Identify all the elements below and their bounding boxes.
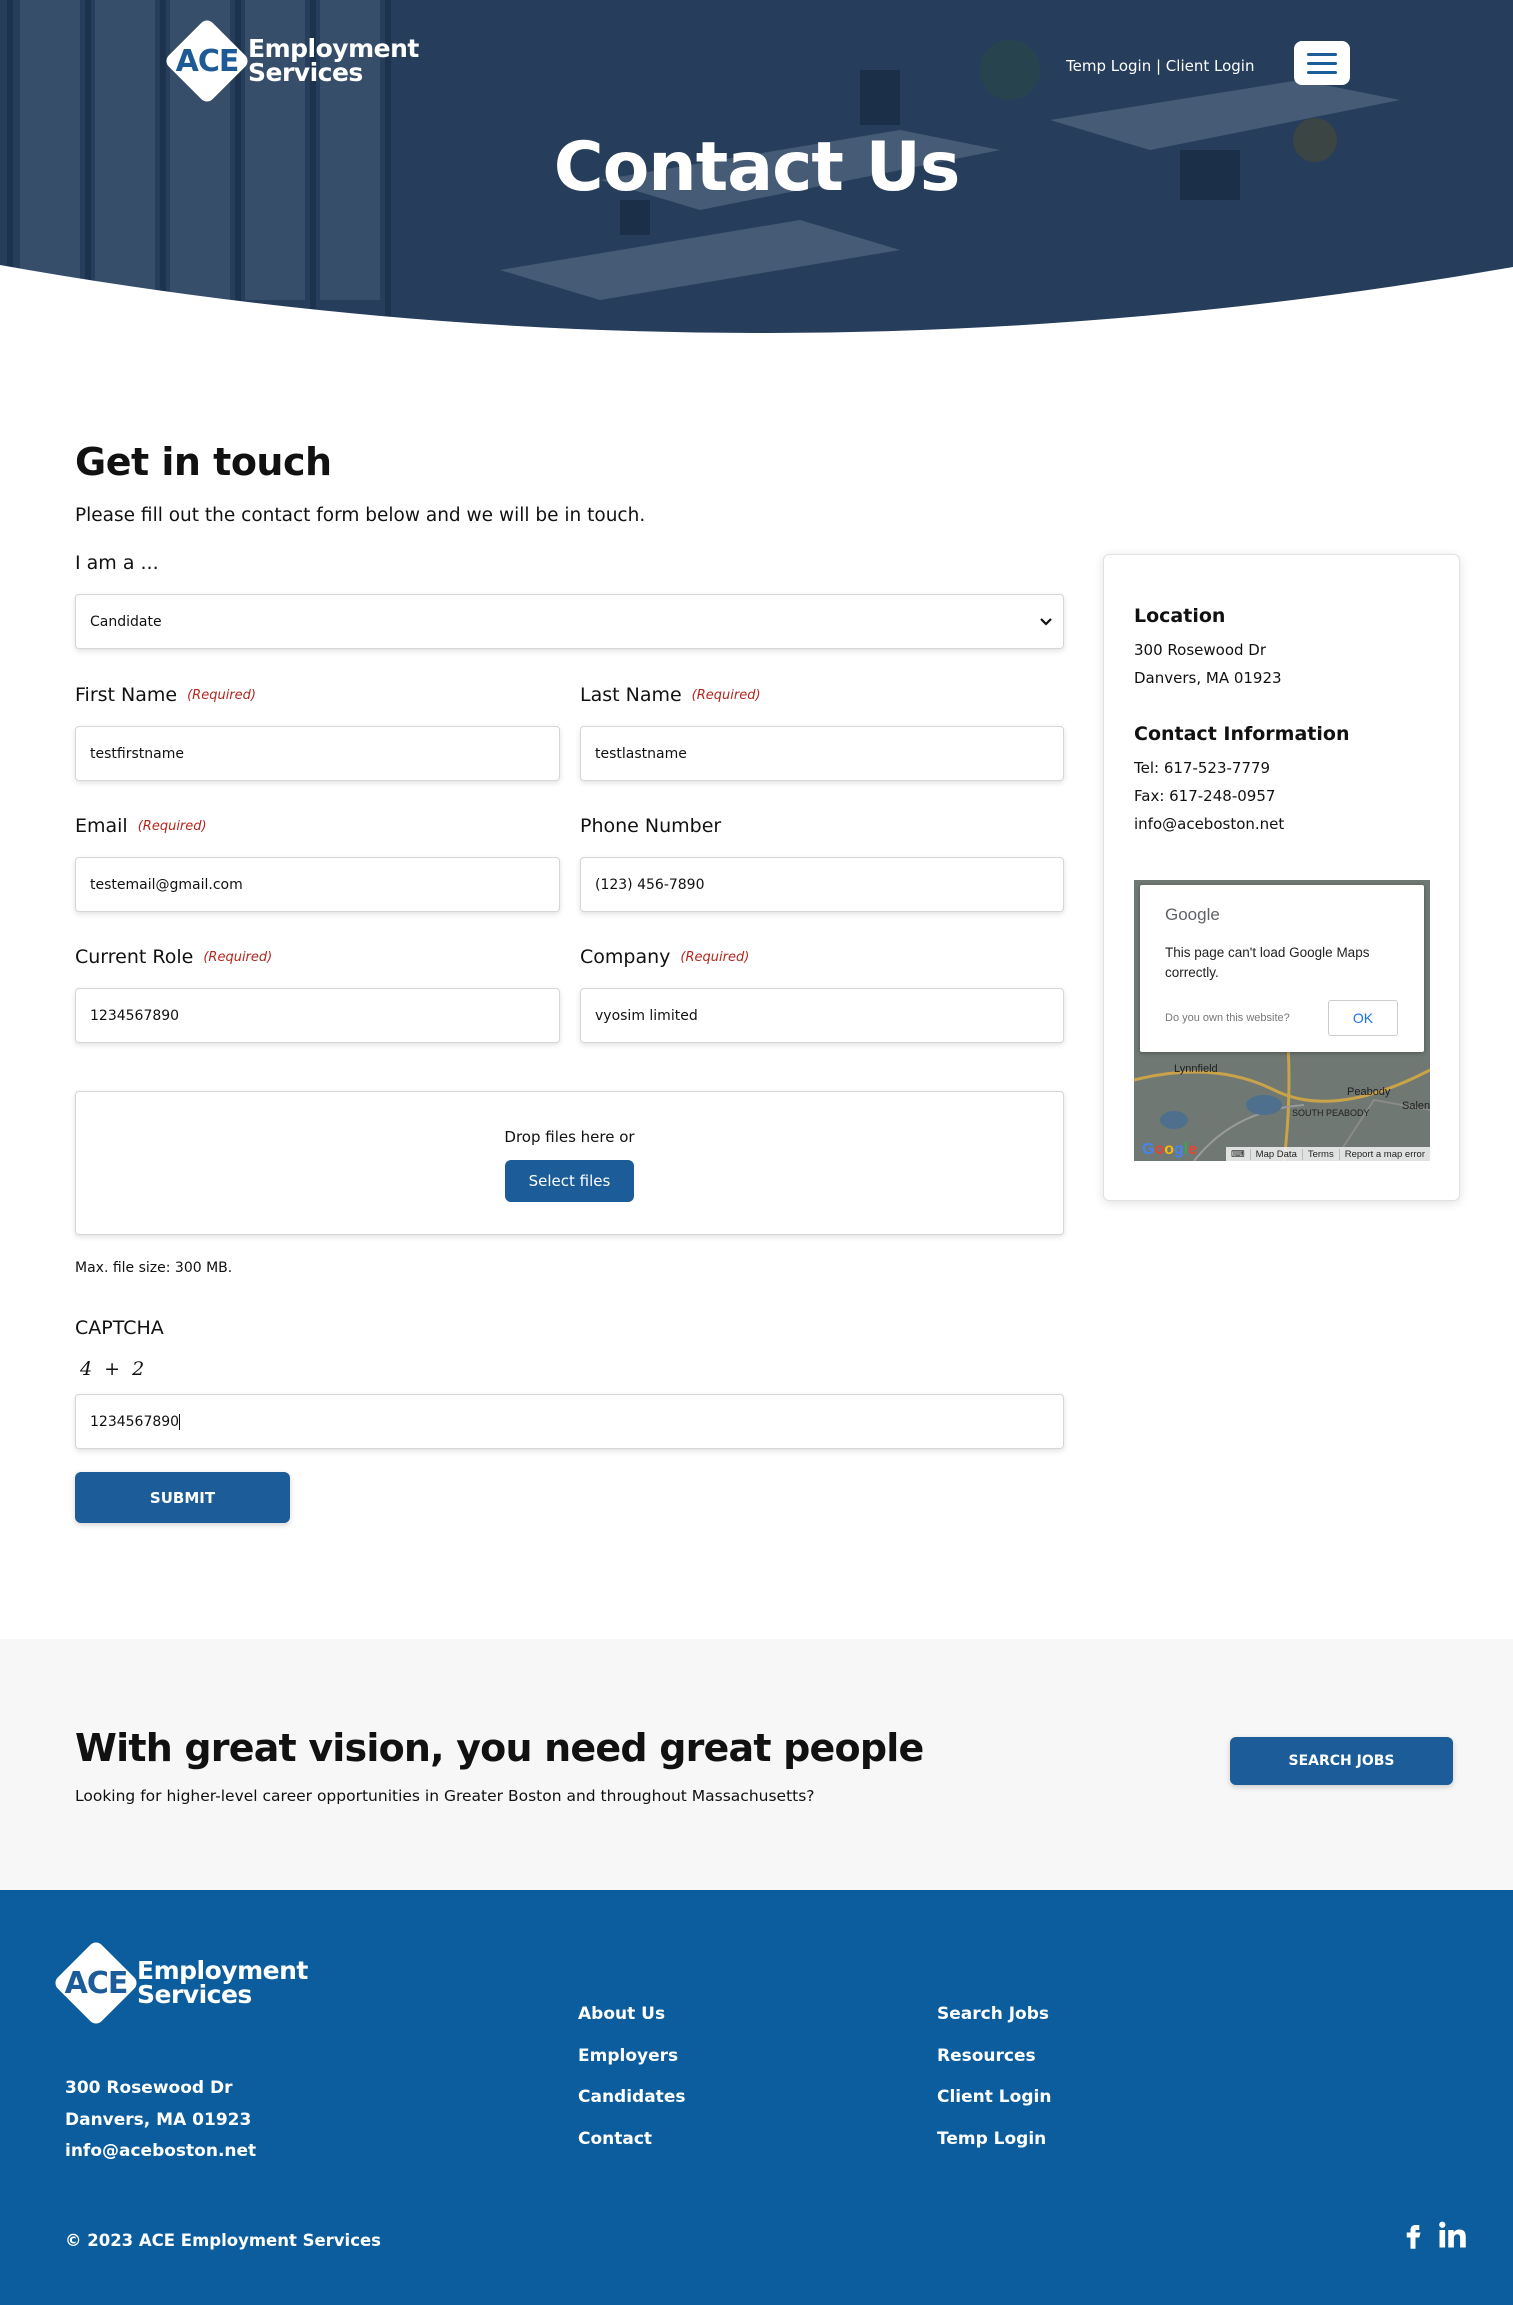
site-footer: ACE Employment Services 300 Rosewood Dr … xyxy=(0,1890,1513,2305)
current-role-field[interactable]: 1234567890 xyxy=(75,988,560,1043)
map-label-south-peabody: SOUTH PEABODY xyxy=(1292,1108,1370,1118)
first-name-label: First Name (Required) xyxy=(75,684,256,706)
page-title: Contact Us xyxy=(553,128,961,207)
footer-link-search-jobs[interactable]: Search Jobs xyxy=(937,2004,1049,2024)
cta-section: With great vision, you need great people… xyxy=(0,1639,1513,1890)
first-name-field[interactable]: testfirstname xyxy=(75,726,560,781)
map-label-salem: Salen xyxy=(1402,1100,1430,1112)
phone-label: Phone Number xyxy=(580,815,722,837)
map-report-link[interactable]: Report a map error xyxy=(1338,1148,1430,1160)
cta-text: Looking for higher-level career opportun… xyxy=(75,1787,815,1805)
logo-line2: Services xyxy=(248,58,363,87)
required-marker: (Required) xyxy=(187,688,256,703)
drop-text: Drop files here or xyxy=(504,1128,635,1146)
footer-link-contact[interactable]: Contact xyxy=(578,2129,652,2149)
role-label: I am a ... xyxy=(75,552,159,574)
contact-info-card: Location 300 Rosewood Dr Danvers, MA 019… xyxy=(1103,554,1460,1201)
cta-heading: With great vision, you need great people xyxy=(75,1726,924,1770)
submit-button[interactable]: SUBMIT xyxy=(75,1472,290,1523)
map-dialog-ok-button[interactable]: OK xyxy=(1328,1000,1398,1036)
email-field[interactable]: testemail@gmail.com xyxy=(75,857,560,912)
map-dialog-brand: Google xyxy=(1165,905,1220,924)
linkedin-icon[interactable] xyxy=(1437,2220,1467,2250)
chevron-down-icon xyxy=(1040,618,1052,626)
required-marker: (Required) xyxy=(680,950,750,965)
captcha-answer-field[interactable]: 1234567890 xyxy=(75,1394,1064,1449)
map-terms-link[interactable]: Terms xyxy=(1301,1148,1339,1160)
role-select-value: Candidate xyxy=(90,613,162,630)
facebook-icon[interactable] xyxy=(1398,2220,1428,2250)
email-label: Email (Required) xyxy=(75,815,207,837)
search-jobs-button[interactable]: SEARCH JOBS xyxy=(1230,1737,1453,1785)
captcha-label: CAPTCHA xyxy=(75,1317,164,1339)
phone-field[interactable]: (123) 456-7890 xyxy=(580,857,1064,912)
footer-email[interactable]: info@aceboston.net xyxy=(65,2141,256,2161)
footer-link-client-login[interactable]: Client Login xyxy=(937,2087,1051,2107)
footer-address-line2: Danvers, MA 01923 xyxy=(65,2110,252,2130)
tel-line: Tel: 617-523-7779 xyxy=(1134,759,1271,777)
captcha-question: 4 + 2 xyxy=(80,1358,145,1380)
required-marker: (Required) xyxy=(137,819,207,834)
footer-link-temp-login[interactable]: Temp Login xyxy=(937,2129,1046,2149)
logo-line2: Services xyxy=(137,1980,252,2009)
google-map[interactable]: Lynnfield Peabody SOUTH PEABODY Salen Go… xyxy=(1134,880,1430,1161)
logo-ace-text: ACE xyxy=(64,1965,129,2001)
map-data-link[interactable]: Map Data xyxy=(1249,1148,1302,1160)
text-cursor xyxy=(179,1413,181,1430)
captcha-answer-value: 1234567890 xyxy=(90,1413,180,1430)
hamburger-icon-bar xyxy=(1307,70,1337,74)
address-line1: 300 Rosewood Dr xyxy=(1134,641,1266,659)
footer-link-about[interactable]: About Us xyxy=(578,2004,665,2024)
hamburger-icon-bar xyxy=(1307,61,1337,65)
map-dialog-message: This page can't load Google Maps correct… xyxy=(1165,945,1370,980)
header-logo[interactable]: ACE Employment Services xyxy=(163,17,419,105)
map-label-peabody: Peabody xyxy=(1347,1086,1391,1098)
map-footer-bar: ⌨ Map Data Terms Report a map error xyxy=(1225,1147,1430,1161)
form-heading: Get in touch xyxy=(75,440,332,484)
file-drop-zone[interactable]: Drop files here or Select files xyxy=(75,1091,1064,1235)
hamburger-icon xyxy=(1307,52,1337,56)
address-line2: Danvers, MA 01923 xyxy=(1134,669,1282,687)
logo-words: Employment Services xyxy=(248,36,419,87)
form-intro: Please fill out the contact form below a… xyxy=(75,505,646,526)
select-files-button[interactable]: Select files xyxy=(505,1160,634,1202)
max-file-size-note: Max. file size: 300 MB. xyxy=(75,1260,233,1276)
last-name-label: Last Name (Required) xyxy=(580,684,761,706)
fax-line: Fax: 617-248-0957 xyxy=(1134,787,1276,805)
footer-logo[interactable]: ACE Employment Services xyxy=(52,1939,308,2027)
footer-link-resources[interactable]: Resources xyxy=(937,2046,1036,2066)
company-label: Company (Required) xyxy=(580,946,750,968)
required-marker: (Required) xyxy=(691,688,761,703)
location-heading: Location xyxy=(1134,605,1226,627)
role-select[interactable]: Candidate xyxy=(75,594,1064,649)
map-label-lynnfield: Lynnfield xyxy=(1174,1063,1218,1075)
menu-button[interactable] xyxy=(1294,41,1350,85)
required-marker: (Required) xyxy=(203,950,273,965)
company-field[interactable]: vyosim limited xyxy=(580,988,1064,1043)
copyright: © 2023 ACE Employment Services xyxy=(65,2231,382,2250)
footer-address-line1: 300 Rosewood Dr xyxy=(65,2078,233,2098)
email-line[interactable]: info@aceboston.net xyxy=(1134,815,1284,833)
temp-client-login-links[interactable]: Temp Login | Client Login xyxy=(1066,57,1254,75)
map-error-dialog: Google This page can't load Google Maps … xyxy=(1140,885,1424,1052)
map-dialog-own-link[interactable]: Do you own this website? xyxy=(1165,1012,1290,1024)
footer-link-employers[interactable]: Employers xyxy=(578,2046,678,2066)
contact-info-heading: Contact Information xyxy=(1134,723,1350,745)
map-google-logo: Google xyxy=(1142,1141,1198,1158)
logo-words: Employment Services xyxy=(137,1958,308,2009)
footer-link-candidates[interactable]: Candidates xyxy=(578,2087,685,2107)
hero-banner: ACE Employment Services Temp Login | Cli… xyxy=(0,0,1513,333)
logo-ace-text: ACE xyxy=(175,43,240,79)
last-name-field[interactable]: testlastname xyxy=(580,726,1064,781)
keyboard-icon[interactable]: ⌨ xyxy=(1226,1149,1250,1160)
current-role-label: Current Role (Required) xyxy=(75,946,273,968)
